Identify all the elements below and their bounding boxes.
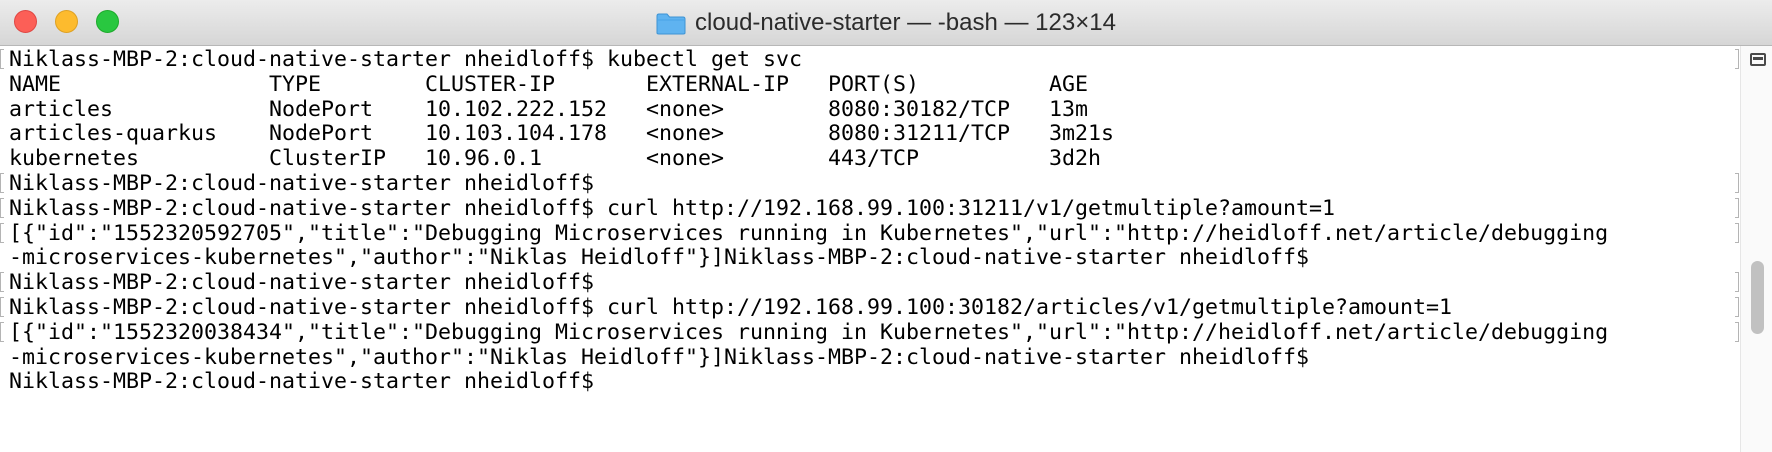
line-mark-right: [1735, 222, 1739, 243]
terminal-line-text: [{"id":"1552320592705","title":"Debuggin…: [9, 220, 1609, 246]
terminal-line-text: Niklass-MBP-2:cloud-native-starter nheid…: [9, 47, 803, 72]
line-mark-right: [1735, 272, 1739, 293]
line-mark-right: [1735, 321, 1739, 342]
scroll-indicator-icon[interactable]: [1750, 53, 1766, 66]
terminal-line: -microservices-kubernetes","author":"Nik…: [0, 344, 1740, 372]
terminal-line-text: articles NodePort 10.102.222.152 <none> …: [9, 96, 1089, 122]
vertical-scrollbar[interactable]: [1740, 46, 1772, 452]
line-mark-right: [1735, 197, 1739, 218]
title-bar[interactable]: cloud-native-starter — -bash — 123×14: [0, 0, 1772, 46]
terminal-line: articles-quarkus NodePort 10.103.104.178…: [0, 120, 1740, 148]
line-mark-left: [0, 272, 4, 293]
folder-icon: [656, 13, 686, 34]
terminal-line-text: Niklass-MBP-2:cloud-native-starter nheid…: [9, 270, 595, 296]
terminal-line-text: NAME TYPE CLUSTER-IP EXTERNAL-IP PORT(S)…: [9, 71, 1089, 97]
window-title-group: cloud-native-starter — -bash — 123×14: [0, 0, 1772, 45]
terminal-line-text: -microservices-kubernetes","author":"Nik…: [9, 245, 1310, 271]
terminal-line: Niklass-MBP-2:cloud-native-starter nheid…: [0, 170, 1740, 198]
terminal-line: NAME TYPE CLUSTER-IP EXTERNAL-IP PORT(S)…: [0, 71, 1740, 99]
line-mark-right: [1735, 49, 1739, 69]
line-mark-left: [0, 222, 4, 243]
terminal-line: [{"id":"1552320038434","title":"Debuggin…: [0, 319, 1740, 347]
terminal-output[interactable]: Niklass-MBP-2:cloud-native-starter nheid…: [0, 46, 1740, 452]
terminal-line-text: kubernetes ClusterIP 10.96.0.1 <none> 44…: [9, 146, 1102, 172]
terminal-line: Niklass-MBP-2:cloud-native-starter nheid…: [0, 46, 1740, 74]
line-mark-right: [1735, 173, 1739, 193]
terminal-line-text: [{"id":"1552320038434","title":"Debuggin…: [9, 319, 1609, 345]
terminal-line-text: -microservices-kubernetes","author":"Nik…: [9, 344, 1310, 370]
terminal-line: Niklass-MBP-2:cloud-native-starter nheid…: [0, 195, 1740, 223]
terminal-line: [{"id":"1552320592705","title":"Debuggin…: [0, 220, 1740, 248]
terminal-window: cloud-native-starter — -bash — 123×14 Ni…: [0, 0, 1772, 452]
line-mark-right: [1735, 297, 1739, 317]
terminal-line: articles NodePort 10.102.222.152 <none> …: [0, 96, 1740, 124]
terminal-line: kubernetes ClusterIP 10.96.0.1 <none> 44…: [0, 145, 1740, 173]
window-title: cloud-native-starter — -bash — 123×14: [695, 8, 1116, 36]
line-mark-left: [0, 173, 4, 193]
terminal-line: -microservices-kubernetes","author":"Nik…: [0, 244, 1740, 272]
terminal-line-text: Niklass-MBP-2:cloud-native-starter nheid…: [9, 171, 595, 196]
line-mark-left: [0, 197, 4, 218]
terminal-line: Niklass-MBP-2:cloud-native-starter nheid…: [0, 269, 1740, 297]
line-mark-left: [0, 49, 4, 69]
line-mark-left: [0, 297, 4, 317]
terminal-line-text: Niklass-MBP-2:cloud-native-starter nheid…: [9, 195, 1336, 221]
terminal-line: Niklass-MBP-2:cloud-native-starter nheid…: [0, 368, 1740, 396]
terminal-line-text: Niklass-MBP-2:cloud-native-starter nheid…: [9, 369, 595, 395]
terminal-line-text: articles-quarkus NodePort 10.103.104.178…: [9, 121, 1115, 147]
terminal-line-text: Niklass-MBP-2:cloud-native-starter nheid…: [9, 295, 1453, 320]
line-mark-left: [0, 321, 4, 342]
terminal-line: Niklass-MBP-2:cloud-native-starter nheid…: [0, 294, 1740, 322]
scrollbar-thumb[interactable]: [1751, 261, 1764, 334]
